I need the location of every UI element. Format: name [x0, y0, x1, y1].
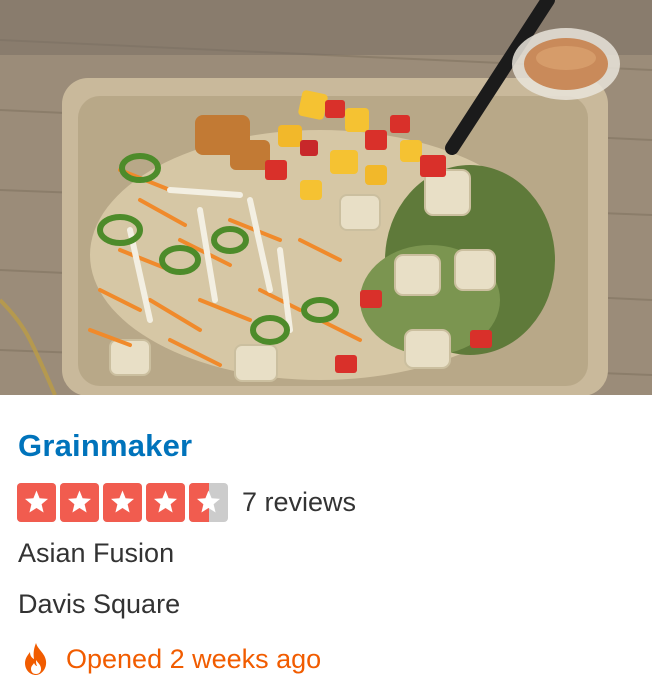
business-photo[interactable] — [0, 0, 652, 395]
business-name-link[interactable]: Grainmaker — [18, 428, 192, 464]
flame-icon — [25, 643, 47, 675]
star-icon — [17, 482, 56, 522]
opened-status-text: Opened 2 weeks ago — [66, 643, 322, 674]
star-icon — [103, 482, 142, 522]
food-photo-image — [0, 0, 652, 395]
star-icon — [189, 482, 228, 522]
star-rating — [17, 482, 228, 522]
review-count-link[interactable]: 7 reviews — [242, 487, 356, 518]
neighborhood-label: Davis Square — [18, 589, 181, 619]
business-card[interactable]: Grainmaker 7 reviews Asian Fusion Davis … — [0, 0, 652, 696]
star-icon — [146, 482, 185, 522]
hot-new-badge: Opened 2 weeks ago — [18, 641, 321, 677]
category-label[interactable]: Asian Fusion — [18, 538, 174, 569]
rating-row: 7 reviews — [17, 482, 356, 522]
star-icon — [60, 482, 99, 522]
